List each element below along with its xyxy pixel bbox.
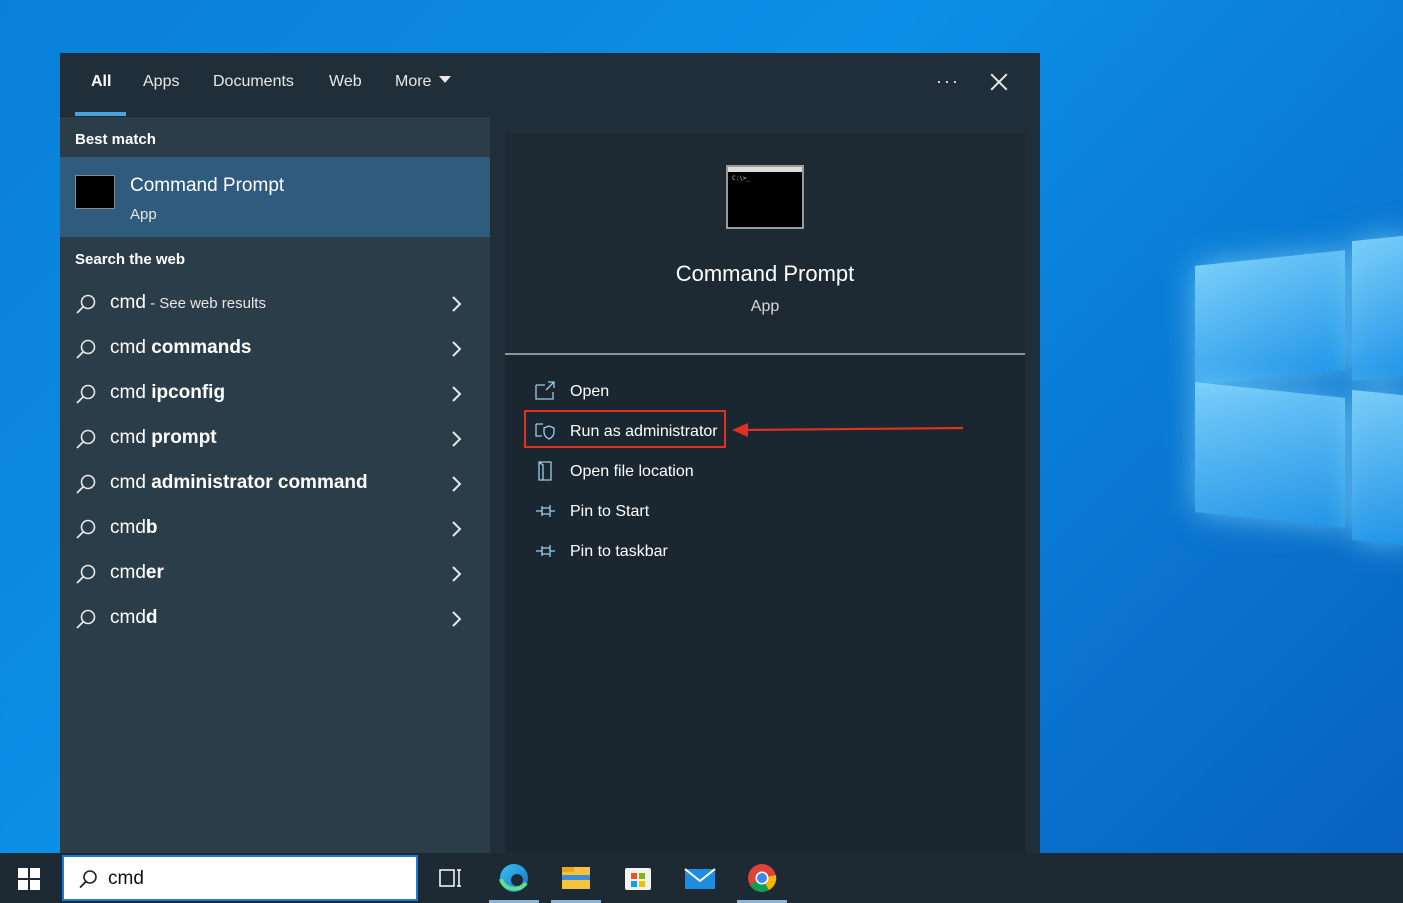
folder-icon [538,461,552,481]
results-list: Best match Command Prompt App Search the… [60,117,490,853]
web-result-suffix: administrator command [151,472,368,493]
search-input[interactable] [108,866,398,892]
web-result-row[interactable]: cmd prompt [60,417,490,461]
web-result-prefix: cmd [110,562,146,583]
edge-icon[interactable] [489,853,539,903]
caret-down-icon [439,76,452,84]
web-result-text: cmd prompt [110,427,217,449]
chevron-right-icon [452,341,462,357]
chevron-right-icon [452,296,462,312]
pin-icon [536,545,555,557]
close-icon[interactable] [988,71,1010,93]
command-prompt-large-icon: C:\>_ [726,165,804,229]
chevron-right-icon [452,566,462,582]
chevron-right-icon [452,476,462,492]
preview-app-type: App [750,298,780,315]
search-icon [76,294,96,314]
search-icon [76,474,96,494]
tab-more-label: More [395,73,432,90]
web-result-row[interactable]: cmd ipconfig [60,372,490,416]
search-icon [79,870,97,889]
best-match-type: App [130,206,157,223]
web-result-suffix: er [145,562,164,583]
web-result-suffix: commands [151,337,252,358]
search-icon [76,564,96,584]
task-view-icon[interactable] [425,853,475,903]
best-match-heading: Best match [75,131,156,148]
web-result-text: cmd administrator command [110,472,368,494]
web-result-suffix: ipconfig [151,382,226,403]
windows-start-icon[interactable] [18,868,40,890]
search-icon [76,429,96,449]
web-result-text: cmd - See web results [110,292,266,314]
web-result-suffix: d [145,607,158,628]
web-result-text: cmd ipconfig [110,382,225,404]
web-result-prefix: cmd [110,517,146,538]
preview-app-name: Command Prompt [675,261,855,286]
search-web-heading: Search the web [75,251,186,268]
chevron-right-icon [452,431,462,447]
tab-more[interactable]: More [395,73,452,97]
action-open-file-location-label: Open file location [570,463,694,480]
pin-icon [536,505,555,517]
tab-web[interactable]: Web [329,73,362,97]
annotation-arrow-icon [732,423,964,437]
web-result-row[interactable]: cmder [60,552,490,596]
web-result-row[interactable]: cmdb [60,507,490,551]
web-result-prefix: cmd [110,382,152,403]
chrome-icon[interactable] [737,853,787,903]
open-icon [535,381,555,400]
start-search-panel: All Apps Documents Web More ··· Best mat… [60,53,1040,853]
web-result-prefix: cmd [110,427,152,448]
action-pin-to-start-label: Pin to Start [570,503,650,520]
web-result-prefix: cmd [110,472,152,493]
preview-divider [505,353,1025,355]
chevron-right-icon [452,521,462,537]
file-explorer-icon[interactable] [551,853,601,903]
web-result-text: cmdd [110,607,158,629]
desktop-windows-logo [1192,228,1403,578]
action-pin-to-taskbar-label: Pin to taskbar [570,543,668,560]
web-result-row[interactable]: cmdd [60,597,490,641]
web-result-suffix: b [145,517,158,538]
chevron-right-icon [452,611,462,627]
more-options-icon[interactable]: ··· [936,71,960,92]
best-match-command-prompt[interactable]: Command Prompt App [60,157,490,237]
search-icon [76,519,96,539]
web-result-suffix: prompt [151,427,217,448]
command-prompt-icon [75,175,115,209]
tab-documents[interactable]: Documents [213,73,294,97]
web-result-prefix: cmd [110,292,146,313]
web-result-hint: - See web results [145,295,266,312]
annotation-highlight-box [524,410,726,448]
search-tabs: All Apps Documents Web More ··· [60,53,1040,117]
taskbar-search-box[interactable] [62,855,418,901]
search-icon [76,384,96,404]
store-icon[interactable] [613,853,663,903]
web-result-text: cmdb [110,517,158,539]
web-result-row[interactable]: cmd administrator command [60,462,490,506]
action-open-label: Open [570,383,610,400]
search-icon [76,609,96,629]
preview-header: C:\>_ Command Prompt App [505,133,1025,353]
best-match-name: Command Prompt [130,175,285,196]
tab-all[interactable]: All [91,73,111,97]
web-result-prefix: cmd [110,607,146,628]
preview-pane: C:\>_ Command Prompt App Open Run as adm… [505,133,1025,853]
chevron-right-icon [452,386,462,402]
web-result-text: cmder [110,562,164,584]
web-result-text: cmd commands [110,337,252,359]
web-result-prefix: cmd [110,337,152,358]
web-result-row[interactable]: cmd commands [60,327,490,371]
mail-icon[interactable] [675,853,725,903]
taskbar [0,853,1403,903]
web-result-row[interactable]: cmd - See web results [60,282,490,326]
active-tab-indicator [75,112,126,116]
tab-apps[interactable]: Apps [143,73,179,97]
thumb-prompt-text: C:\>_ [732,175,751,182]
search-icon [76,339,96,359]
